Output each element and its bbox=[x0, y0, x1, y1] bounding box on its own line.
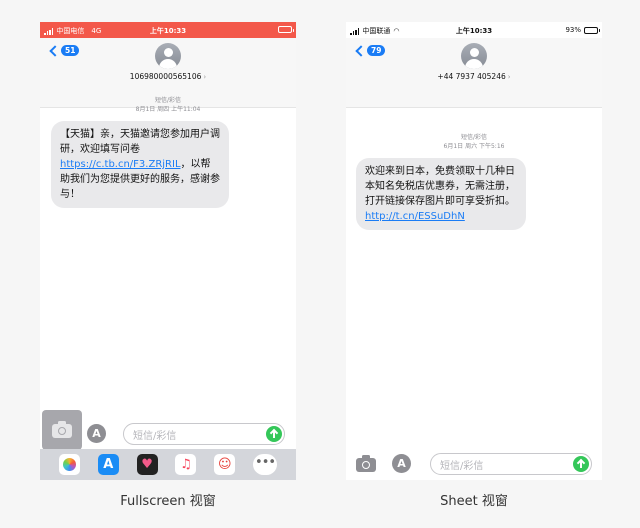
battery-icon bbox=[584, 26, 600, 34]
message-type-label: 短信/彩信 bbox=[460, 134, 488, 141]
send-button[interactable] bbox=[266, 426, 282, 442]
message-meta: 短信/彩信 8月1日 周四 上午11:04 bbox=[40, 96, 296, 114]
message-link[interactable]: https://c.tb.cn/F3.ZRjRIL bbox=[60, 159, 181, 170]
message-input[interactable] bbox=[431, 456, 591, 477]
app-store-icon: A bbox=[87, 424, 106, 443]
app-store-icon[interactable]: A bbox=[97, 454, 119, 475]
message-meta: 短信/彩信 6月1日 周六 下午5:16 bbox=[346, 133, 602, 151]
status-bar: 中国电信 4G 上午10:33 bbox=[40, 22, 296, 38]
app-store-button[interactable]: A bbox=[87, 424, 111, 444]
compose-bar: A bbox=[346, 450, 602, 478]
chevron-left-icon bbox=[49, 44, 61, 57]
fullscreen-phone: 中国电信 4G 上午10:33 51 106980000565106 › 短信/彩… bbox=[40, 22, 296, 480]
message-field[interactable] bbox=[430, 453, 592, 477]
camera-icon bbox=[356, 455, 376, 472]
message-text: 【天猫】亲，天猫邀请您参加用户调研，欢迎填写问卷 bbox=[60, 129, 220, 155]
message-field[interactable] bbox=[123, 423, 285, 447]
message-type-label: 短信/彩信 bbox=[154, 97, 182, 104]
back-button[interactable]: 51 bbox=[48, 44, 80, 57]
comparison-stage: 中国电信 4G 上午10:33 51 106980000565106 › 短信/彩… bbox=[0, 0, 640, 528]
message-bubble[interactable]: 【天猫】亲，天猫邀请您参加用户调研，欢迎填写问卷 https://c.tb.cn/… bbox=[51, 121, 229, 208]
message-date: 6月1日 周六 下午5:16 bbox=[443, 143, 505, 150]
back-button[interactable]: 79 bbox=[354, 44, 386, 57]
message-link[interactable]: http://t.cn/ESSuDhN bbox=[365, 211, 465, 222]
caption-fullscreen: Fullscreen 视窗 bbox=[120, 494, 216, 509]
status-time: 上午10:33 bbox=[455, 27, 493, 35]
app-store-button[interactable]: A bbox=[392, 454, 416, 474]
sticker-icon[interactable]: ☺ bbox=[214, 454, 236, 475]
avatar[interactable] bbox=[461, 43, 487, 69]
status-time: 上午10:33 bbox=[149, 27, 187, 35]
photos-icon[interactable] bbox=[58, 454, 80, 475]
contact-name[interactable]: +44 7937 405246 › bbox=[346, 72, 602, 81]
status-bar: 中国联通 ◠ 上午10:33 93% bbox=[346, 22, 602, 38]
more-icon[interactable]: ••• bbox=[253, 454, 278, 475]
digital-touch-icon[interactable]: ♥ bbox=[136, 454, 158, 475]
message-bubble[interactable]: 欢迎来到日本，免费领取十几种日本知名免税店优惠券，无需注册，打开链接保存图片即可… bbox=[356, 158, 526, 230]
message-text: 欢迎来到日本，免费领取十几种日本知名免税店优惠券，无需注册，打开链接保存图片即可… bbox=[365, 166, 515, 207]
caption-sheet: Sheet 视窗 bbox=[440, 494, 508, 509]
message-date: 8月1日 周四 上午11:04 bbox=[135, 106, 201, 113]
app-drawer: A ♥ ♫ ☺ ••• bbox=[40, 449, 296, 480]
unread-badge: 79 bbox=[367, 45, 386, 56]
unread-badge: 51 bbox=[61, 45, 80, 56]
message-input[interactable] bbox=[124, 426, 284, 447]
sheet-phone: 中国联通 ◠ 上午10:33 93% 79 +44 7937 405246 › 短… bbox=[346, 22, 602, 480]
battery-percent: 93% bbox=[565, 26, 581, 34]
avatar[interactable] bbox=[155, 43, 181, 69]
app-store-icon: A bbox=[392, 454, 411, 473]
chevron-right-icon: › bbox=[203, 73, 207, 81]
send-button[interactable] bbox=[573, 456, 589, 472]
music-icon[interactable]: ♫ bbox=[175, 454, 197, 475]
battery-icon bbox=[278, 26, 294, 33]
compose-bar: A bbox=[40, 420, 296, 448]
contact-name[interactable]: 106980000565106 › bbox=[40, 72, 296, 81]
camera-button[interactable] bbox=[356, 454, 380, 474]
chevron-left-icon bbox=[355, 44, 367, 57]
contact-number: +44 7937 405246 bbox=[437, 72, 506, 81]
contact-number: 106980000565106 bbox=[129, 72, 202, 81]
chevron-right-icon: › bbox=[507, 73, 511, 81]
conversation-header: 79 +44 7937 405246 › bbox=[346, 38, 602, 108]
